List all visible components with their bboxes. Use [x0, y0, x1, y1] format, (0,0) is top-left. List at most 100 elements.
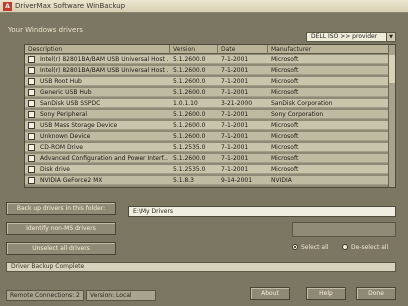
table-row[interactable]: Advanced Configuration and Power Interf.… [25, 154, 395, 163]
cell-description: Intel(r) 82801BA/BAM USB Universal Host … [40, 56, 168, 63]
row-checkbox[interactable] [28, 177, 35, 184]
cell-description: USB Mass Storage Device [40, 122, 118, 129]
cell-date: 7-1-2001 [221, 78, 249, 85]
cell-date: 7-1-2001 [221, 67, 249, 74]
section-title: Your Windows drivers [8, 26, 83, 34]
table-header: Description Version Date Manufacturer [25, 45, 395, 54]
cell-manufacturer: NVIDIA [271, 177, 292, 184]
row-checkbox[interactable] [28, 133, 35, 140]
row-checkbox[interactable] [28, 89, 35, 96]
row-checkbox[interactable] [28, 56, 35, 63]
deselect-all-label: De-select all [351, 244, 389, 251]
column-header-description[interactable]: Description [25, 45, 170, 54]
action-box [292, 222, 396, 237]
connections-panel: Remote Connections: 2 [6, 290, 84, 301]
cell-version: 5.1.2535.0 [173, 166, 206, 173]
table-row[interactable]: Intel(r) 82801BA/BAM USB Universal Host … [25, 55, 395, 64]
cell-version: 5.1.2535.0 [173, 144, 206, 151]
row-checkbox[interactable] [28, 100, 35, 107]
scrollbar-thumb[interactable] [389, 55, 395, 83]
app-logo-icon: A [3, 2, 12, 11]
cell-version: 5.1.2600.0 [173, 56, 206, 63]
cell-manufacturer: Microsoft [271, 56, 299, 63]
identify-non-ms-button[interactable]: Identify non-MS drivers [6, 222, 116, 235]
help-button[interactable]: Help [306, 287, 346, 300]
done-button[interactable]: Done [356, 287, 396, 300]
table-row[interactable]: Unknown Device 5.1.2600.0 7-1-2001 Microsof… [25, 132, 395, 141]
sort-dropdown-value: DELL ISO >> provider [311, 33, 378, 40]
cell-date: 7-1-2001 [221, 155, 249, 162]
table-row[interactable]: SanDisk USB SSPDC 1.0.1.10 3-21-2000 SanDis… [25, 99, 395, 108]
cell-version: 5.1.2600.0 [173, 67, 206, 74]
cell-description: Disk drive [40, 166, 70, 173]
row-checkbox[interactable] [28, 144, 35, 151]
row-checkbox[interactable] [28, 67, 35, 74]
backup-drivers-button[interactable]: Back up drivers in this folder: [6, 202, 116, 215]
cell-description: Intel(r) 82801BA/BAM USB Universal Host … [40, 67, 168, 74]
cell-date: 7-1-2001 [221, 111, 249, 118]
unselect-all-button[interactable]: Unselect all drivers [6, 242, 116, 255]
row-checkbox[interactable] [28, 78, 35, 85]
cell-manufacturer: Microsoft [271, 166, 299, 173]
cell-date: 7-1-2001 [221, 122, 249, 129]
row-checkbox[interactable] [28, 111, 35, 118]
cell-manufacturer: Microsoft [271, 89, 299, 96]
table-row[interactable]: NVIDIA GeForce2 MX 5.1.8.3 9-14-2001 NVIDIA [25, 176, 395, 185]
row-checkbox[interactable] [28, 166, 35, 173]
cell-version: 5.1.2600.0 [173, 111, 206, 118]
chevron-down-icon[interactable]: ▼ [386, 33, 395, 41]
column-header-version[interactable]: Version [170, 45, 218, 54]
window-title: DriverMax Software WinBackup [15, 2, 126, 10]
cell-description: Sony Peripheral [40, 111, 88, 118]
cell-version: 5.1.2600.0 [173, 78, 206, 85]
about-button[interactable]: About [250, 287, 290, 300]
deselect-all-radio[interactable] [342, 244, 348, 250]
row-checkbox[interactable] [28, 155, 35, 162]
table-row[interactable]: USB Root Hub 5.1.2600.0 7-1-2001 Microsoft [25, 77, 395, 86]
version-panel: Version: Local [86, 290, 156, 301]
cell-description: Advanced Configuration and Power Interf.… [40, 155, 168, 162]
table-row[interactable]: CD-ROM Drive 5.1.2535.0 7-1-2001 Microsoft [25, 143, 395, 152]
app-window: A DriverMax Software WinBackup Your Wind… [0, 0, 408, 306]
cell-date: 7-1-2001 [221, 133, 249, 140]
table-row[interactable]: USB Mass Storage Device 5.1.2600.0 7-1-200… [25, 121, 395, 130]
cell-date: 7-1-2001 [221, 166, 249, 173]
table-row[interactable]: Disk drive 5.1.2535.0 7-1-2001 Microsoft [25, 165, 395, 174]
cell-manufacturer: Microsoft [271, 144, 299, 151]
cell-manufacturer: Microsoft [271, 122, 299, 129]
cell-manufacturer: Sony Corporation [271, 111, 324, 118]
cell-date: 7-1-2001 [221, 56, 249, 63]
cell-version: 1.0.1.10 [173, 100, 198, 107]
table-row[interactable]: Sony Peripheral 5.1.2600.0 7-1-2001 Sony Co… [25, 110, 395, 119]
cell-manufacturer: Microsoft [271, 133, 299, 140]
cell-date: 3-21-2000 [221, 100, 253, 107]
cell-version: 5.1.2600.0 [173, 133, 206, 140]
select-all-label: Select all [301, 244, 329, 251]
select-all-radio[interactable] [292, 244, 298, 250]
cell-description: Generic USB Hub [40, 89, 92, 96]
cell-version: 5.1.2600.0 [173, 155, 206, 162]
cell-version: 5.1.2600.0 [173, 122, 206, 129]
status-bar: Driver Backup Complete [6, 262, 396, 272]
table-body: Intel(r) 82801BA/BAM USB Universal Host … [25, 55, 395, 187]
cell-description: NVIDIA GeForce2 MX [40, 177, 103, 184]
cell-manufacturer: Microsoft [271, 155, 299, 162]
cell-manufacturer: Microsoft [271, 67, 299, 74]
column-header-date[interactable]: Date [218, 45, 268, 54]
backup-folder-input[interactable]: E:\My Drivers [128, 206, 396, 217]
cell-date: 7-1-2001 [221, 89, 249, 96]
cell-date: 7-1-2001 [221, 144, 249, 151]
row-checkbox[interactable] [28, 122, 35, 129]
cell-description: USB Root Hub [40, 78, 82, 85]
cell-manufacturer: SanDisk Corporation [271, 100, 333, 107]
cell-date: 9-14-2001 [221, 177, 253, 184]
title-bar: A DriverMax Software WinBackup [0, 0, 408, 13]
table-row[interactable]: Intel(r) 82801BA/BAM USB Universal Host … [25, 66, 395, 75]
drivers-table[interactable]: Description Version Date Manufacturer In… [24, 44, 396, 188]
table-row[interactable]: Generic USB Hub 5.1.2600.0 7-1-2001 Microso… [25, 88, 395, 97]
cell-manufacturer: Microsoft [271, 78, 299, 85]
cell-version: 5.1.8.3 [173, 177, 194, 184]
column-header-manufacturer[interactable]: Manufacturer [268, 45, 390, 54]
vertical-scrollbar[interactable] [388, 45, 395, 187]
sort-dropdown[interactable]: DELL ISO >> provider ▼ [306, 32, 396, 42]
